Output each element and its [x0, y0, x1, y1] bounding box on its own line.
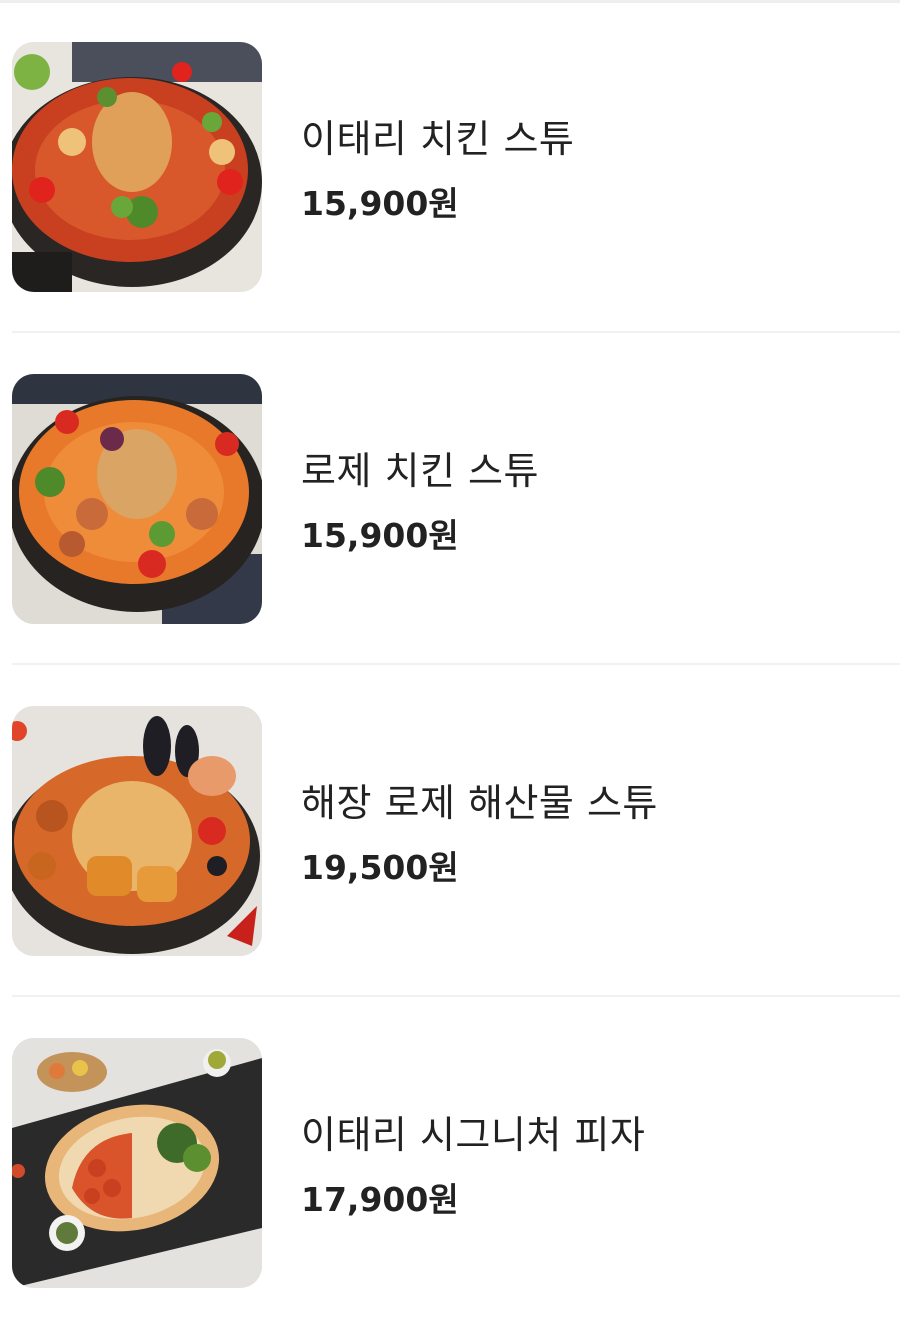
- menu-item-haejang-rose-seafood-stew[interactable]: 해장 로제 해산물 스튜 19,500원: [0, 664, 900, 996]
- menu-item-name: 로제 치킨 스튜: [301, 449, 539, 493]
- haejang-rose-seafood-stew-photo[interactable]: [12, 706, 262, 956]
- menu-item-italian-chicken-stew[interactable]: 이태리 치킨 스튜 15,900원: [0, 0, 900, 332]
- rose-chicken-stew-photo[interactable]: [12, 374, 262, 624]
- menu-item-price: 15,900원: [301, 516, 459, 555]
- menu-item-price: 19,500원: [301, 848, 459, 887]
- menu-item-price: 15,900원: [301, 184, 459, 223]
- menu-item-italian-signature-pizza[interactable]: 이태리 시그니처 피자 17,900원: [0, 996, 900, 1328]
- menu-item-price: 17,900원: [301, 1180, 459, 1219]
- italian-signature-pizza-photo[interactable]: [12, 1038, 262, 1288]
- menu-item-name: 해장 로제 해산물 스튜: [301, 781, 658, 825]
- menu-item-rose-chicken-stew[interactable]: 로제 치킨 스튜 15,900원: [0, 332, 900, 664]
- menu-item-name: 이태리 시그니처 피자: [301, 1113, 646, 1157]
- italian-chicken-stew-photo[interactable]: [12, 42, 262, 292]
- menu-item-name: 이태리 치킨 스튜: [301, 117, 575, 161]
